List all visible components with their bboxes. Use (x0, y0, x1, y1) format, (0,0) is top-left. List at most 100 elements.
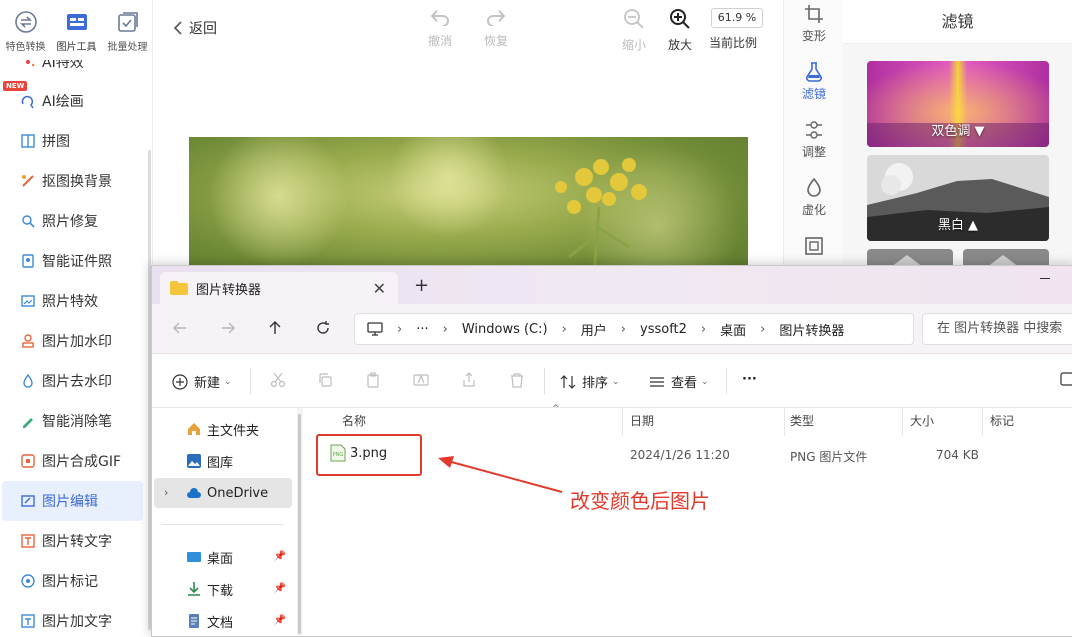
column-divider (982, 408, 983, 436)
view-button[interactable]: 查看 ⌄ (649, 372, 709, 391)
filter-card-duotone[interactable]: 双色调 ▼ (867, 61, 1049, 147)
sidebar-item-watermark[interactable]: 图片加水印 (0, 321, 145, 361)
tool-transform[interactable]: 变形 (784, 4, 844, 44)
column-divider (622, 408, 623, 436)
sidebar-item-edit[interactable]: 图片编辑 (2, 481, 143, 521)
delete-icon[interactable] (509, 372, 525, 388)
tool-blur[interactable]: 虚化 (784, 178, 844, 218)
undo-button[interactable]: 撤消 (415, 8, 465, 49)
search-input[interactable]: 在 图片转换器 中搜索 (922, 313, 1072, 345)
navigation-scrollbar[interactable] (297, 408, 303, 636)
pin-icon[interactable]: 📌 (274, 583, 286, 594)
nav-item-desktop[interactable]: 桌面 📌 (154, 542, 292, 572)
new-tab-button[interactable]: + (414, 275, 429, 296)
details-pane-icon[interactable] (1060, 372, 1072, 386)
column-header-date[interactable]: 日期 (630, 414, 654, 436)
documents-icon (186, 613, 202, 629)
back-button[interactable]: 返回 (173, 18, 217, 38)
zoom-value-box[interactable]: 61.9 % (711, 8, 763, 28)
new-button[interactable]: 新建 ⌄ (172, 372, 232, 391)
tool-batch[interactable]: 批量处理 (102, 0, 152, 60)
id-photo-icon (20, 253, 36, 269)
ocr-icon (20, 533, 36, 549)
pin-icon[interactable]: 📌 (274, 551, 286, 562)
add-text-icon (20, 613, 36, 629)
svg-text:PNG: PNG (333, 452, 344, 458)
refresh-icon[interactable] (315, 320, 331, 336)
divider (544, 368, 545, 394)
forward-arrow-icon[interactable] (220, 320, 236, 336)
nav-item-gallery[interactable]: 图库 (154, 446, 292, 476)
zoom-out-button[interactable]: 缩小 (609, 8, 659, 53)
sidebar-item-repair[interactable]: 照片修复 (0, 201, 145, 241)
expand-chevron-icon[interactable]: › (164, 486, 168, 499)
column-header-type[interactable]: 类型 (790, 414, 814, 436)
sidebar-item-collage[interactable]: 拼图 (0, 121, 145, 161)
editor-toolbar: 返回 撤消 恢复 缩小 放大 61.9 % 当前比例 (153, 0, 783, 60)
tool-image-tools[interactable]: 图片工具 (51, 0, 102, 60)
tool-special-convert[interactable]: 特色转换 (0, 0, 51, 60)
chevron-right-icon: › (700, 321, 707, 337)
explorer-tab[interactable]: 图片转换器 ✕ (160, 272, 398, 304)
sidebar-item-ocr[interactable]: 图片转文字 (0, 521, 145, 561)
undo-icon (429, 8, 451, 26)
nav-item-documents[interactable]: 文档 📌 (154, 606, 292, 636)
tab-close-button[interactable]: ✕ (373, 279, 386, 298)
batch-icon (116, 10, 140, 34)
chevron-left-icon (173, 21, 183, 35)
tool-filter[interactable]: 滤镜 (784, 62, 844, 102)
filter-card-duotone-label: 双色调 ▼ (931, 124, 985, 139)
paste-icon[interactable] (365, 372, 381, 388)
column-header-size[interactable]: 大小 (910, 414, 934, 436)
sidebar-item-effects[interactable]: 照片特效 (0, 281, 145, 321)
column-header-tags[interactable]: 标记 (990, 414, 1014, 436)
canvas-photo (189, 137, 748, 277)
file-row[interactable]: PNG 3.png (330, 444, 387, 462)
sidebar-item-add-text[interactable]: 图片加文字 (0, 601, 145, 637)
tool-strip: 变形 滤镜 调整 虚化 (783, 0, 843, 270)
breadcrumb-folder[interactable]: 图片转换器 (779, 320, 844, 339)
convert-icon (14, 10, 38, 34)
share-icon[interactable] (461, 372, 477, 388)
view-icon (649, 374, 665, 390)
sidebar-item-cutout[interactable]: 抠图换背景 (0, 161, 145, 201)
breadcrumb-drive[interactable]: Windows (C:) (462, 322, 548, 337)
tool-adjust[interactable]: 调整 (784, 120, 844, 160)
breadcrumb-desktop[interactable]: 桌面 (720, 320, 746, 339)
chevron-down-icon: ⌄ (612, 376, 620, 387)
sidebar-item-id-photo[interactable]: 智能证件照 (0, 241, 145, 281)
sidebar-item-ai-paint[interactable]: AI绘画 (0, 81, 145, 121)
sidebar-item-mark[interactable]: 图片标记 (0, 561, 145, 601)
explorer-address-bar: › ··· › Windows (C:) › 用户 › yssoft2 › 桌面… (152, 304, 1072, 354)
zoom-in-button[interactable]: 放大 (655, 8, 705, 53)
sidebar-item-gif[interactable]: 图片合成GIF (0, 441, 145, 481)
breadcrumb-users[interactable]: 用户 (581, 320, 607, 339)
sort-button[interactable]: 排序 ⌄ (560, 372, 620, 391)
sidebar: AI特效 特色转换 图片工具 批量处理 NEW AI绘画 拼图 抠图换背景 照片… (0, 0, 153, 637)
minimize-button[interactable] (1040, 278, 1050, 279)
sidebar-item-remove-watermark[interactable]: 图片去水印 (0, 361, 145, 401)
breadcrumb-more[interactable]: ··· (416, 322, 428, 337)
sidebar-item-eraser[interactable]: 智能消除笔 (0, 401, 145, 441)
pin-icon[interactable]: 📌 (274, 615, 286, 626)
copy-icon[interactable] (317, 372, 333, 388)
breadcrumb[interactable]: › ··· › Windows (C:) › 用户 › yssoft2 › 桌面… (354, 313, 914, 345)
back-arrow-icon[interactable] (172, 320, 188, 336)
divider (250, 368, 251, 394)
redo-button[interactable]: 恢复 (471, 8, 521, 49)
breadcrumb-user[interactable]: yssoft2 (640, 322, 687, 337)
filter-card-bw[interactable]: 黑白 ▲ (867, 155, 1049, 241)
explorer-tab-bar: 图片转换器 ✕ + (152, 266, 1072, 304)
nav-item-home[interactable]: 主文件夹 (154, 414, 292, 444)
nav-item-download[interactable]: 下载 📌 (154, 574, 292, 604)
column-header-name[interactable]: 名称 (342, 414, 366, 436)
nav-item-onedrive[interactable]: › OneDrive (154, 478, 292, 508)
file-type: PNG 图片文件 (790, 450, 868, 464)
file-name: 3.png (350, 445, 388, 461)
cut-icon[interactable] (270, 372, 286, 388)
rename-icon[interactable] (413, 372, 429, 388)
up-arrow-icon[interactable] (267, 320, 283, 336)
tool-frame[interactable] (784, 236, 844, 256)
editor-canvas[interactable] (153, 60, 783, 277)
more-button[interactable]: ··· (742, 372, 757, 387)
